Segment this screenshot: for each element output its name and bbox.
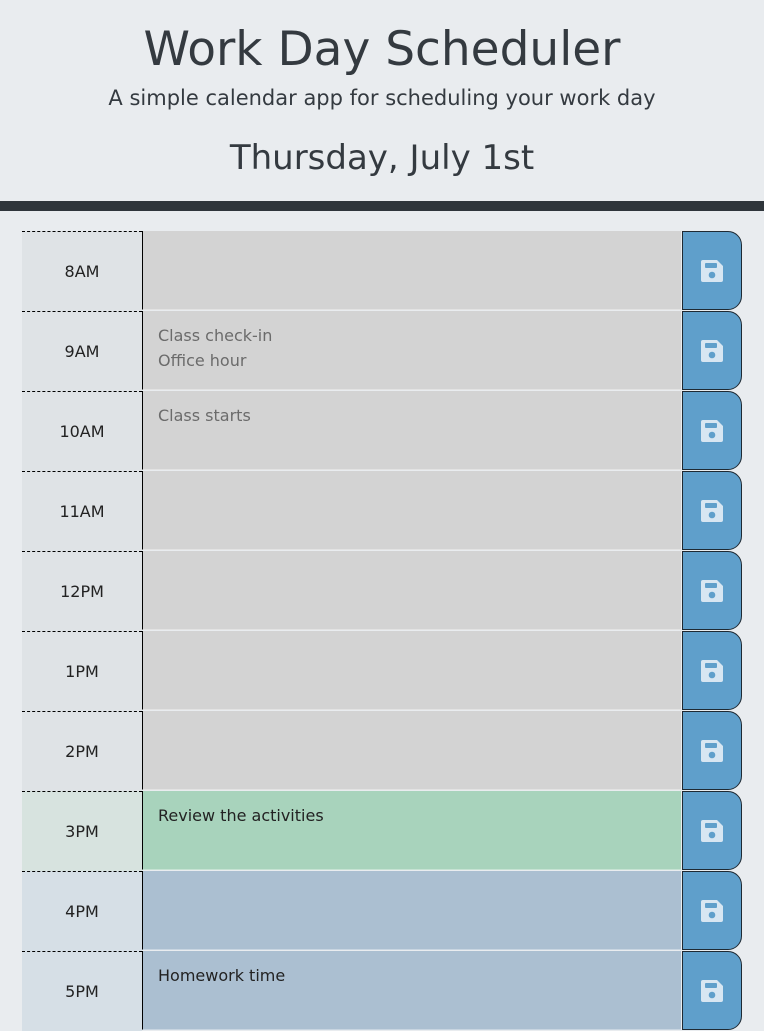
save-button[interactable] <box>682 231 742 310</box>
floppy-disk-icon <box>701 979 723 1002</box>
floppy-disk-icon <box>701 659 723 682</box>
hour-label: 3PM <box>22 791 142 871</box>
save-button[interactable] <box>682 791 742 870</box>
event-textarea[interactable] <box>142 551 681 630</box>
time-block: 8AM <box>22 231 742 311</box>
save-button[interactable] <box>682 551 742 630</box>
header: Work Day Scheduler A simple calendar app… <box>0 0 764 211</box>
current-day: Thursday, July 1st <box>229 138 535 178</box>
time-block: 2PM <box>22 711 742 791</box>
save-button[interactable] <box>682 311 742 390</box>
page-title: Work Day Scheduler <box>143 22 621 77</box>
event-textarea[interactable]: Class check-in Office hour <box>142 311 681 390</box>
hour-label: 10AM <box>22 391 142 471</box>
hour-label: 2PM <box>22 711 142 791</box>
hour-label: 11AM <box>22 471 142 551</box>
time-block: 4PM <box>22 871 742 951</box>
floppy-disk-icon <box>701 739 723 762</box>
hour-label: 8AM <box>22 231 142 311</box>
event-textarea[interactable]: Review the activities <box>142 791 681 870</box>
event-textarea[interactable] <box>142 711 681 790</box>
page-subtitle: A simple calendar app for scheduling you… <box>108 86 656 110</box>
floppy-disk-icon <box>701 899 723 922</box>
event-textarea[interactable] <box>142 231 681 310</box>
time-block: 5PM Homework time <box>22 951 742 1031</box>
event-textarea[interactable]: Class starts <box>142 391 681 470</box>
event-textarea[interactable] <box>142 871 681 950</box>
save-button[interactable] <box>682 871 742 950</box>
hour-label: 12PM <box>22 551 142 631</box>
hour-label: 9AM <box>22 311 142 391</box>
floppy-disk-icon <box>701 499 723 522</box>
hour-label: 4PM <box>22 871 142 951</box>
event-textarea[interactable]: Homework time <box>142 951 681 1030</box>
hour-label: 1PM <box>22 631 142 711</box>
floppy-disk-icon <box>701 259 723 282</box>
time-block: 1PM <box>22 631 742 711</box>
save-button[interactable] <box>682 711 742 790</box>
time-block: 12PM <box>22 551 742 631</box>
floppy-disk-icon <box>701 819 723 842</box>
time-block: 10AM Class starts <box>22 391 742 471</box>
floppy-disk-icon <box>701 419 723 442</box>
event-textarea[interactable] <box>142 471 681 550</box>
floppy-disk-icon <box>701 339 723 362</box>
save-button[interactable] <box>682 631 742 710</box>
save-button[interactable] <box>682 951 742 1030</box>
time-block: 11AM <box>22 471 742 551</box>
time-block: 3PM Review the activities <box>22 791 742 871</box>
time-block: 9AM Class check-in Office hour <box>22 311 742 391</box>
time-block-list: 8AM 9AM Class check-in Office hour 10AM … <box>22 231 742 1031</box>
event-textarea[interactable] <box>142 631 681 710</box>
save-button[interactable] <box>682 391 742 470</box>
floppy-disk-icon <box>701 579 723 602</box>
hour-label: 5PM <box>22 951 142 1031</box>
save-button[interactable] <box>682 471 742 550</box>
